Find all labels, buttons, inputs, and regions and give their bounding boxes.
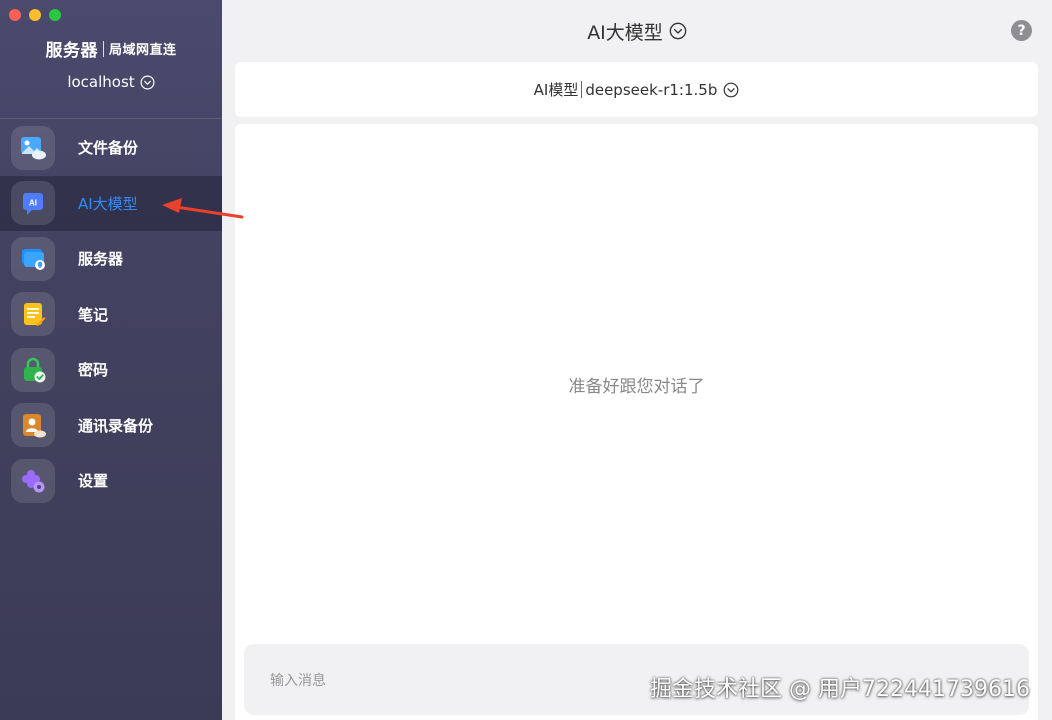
sidebar-item-server[interactable]: 服务器 [0, 231, 222, 287]
server-icon [11, 236, 55, 281]
sidebar-item-label: 设置 [78, 472, 109, 491]
sidebar-nav: 文件备份 AI AI大模型 服务器 笔记 密码 通讯录备份 设置 [0, 120, 222, 509]
svg-text:AI: AI [29, 199, 37, 208]
page-title-dropdown[interactable]: AI大模型 [587, 18, 687, 45]
host-label: localhost [67, 73, 135, 91]
sidebar-item-label: 文件备份 [78, 139, 139, 158]
zoom-window-button[interactable] [49, 9, 61, 21]
server-title-row: 服务器 局域网直连 [0, 36, 222, 61]
minimize-window-button[interactable] [29, 9, 41, 21]
connection-mode: 局域网直连 [108, 43, 177, 58]
model-separator [581, 81, 583, 98]
chevron-down-icon [723, 82, 739, 98]
sidebar-divider [0, 118, 222, 119]
ai-chat-icon: AI [11, 181, 55, 226]
sidebar-item-label: 笔记 [78, 305, 109, 324]
chat-area: 准备好跟您对话了 [235, 124, 1038, 720]
server-header: 服务器 局域网直连 localhost [0, 36, 222, 91]
window-controls [9, 9, 61, 21]
sidebar-item-label: 服务器 [78, 250, 124, 269]
sidebar: 服务器 局域网直连 localhost 文件备份 AI AI大模型 服务器 笔记… [0, 0, 222, 720]
watermark-text: 掘金技术社区 @ 用户722441739616 [650, 677, 1030, 702]
annotation-arrow [162, 198, 244, 219]
message-input[interactable] [270, 666, 590, 696]
chevron-down-icon [140, 75, 155, 89]
chat-empty-state: 准备好跟您对话了 [568, 377, 705, 397]
chevron-down-icon [669, 22, 687, 40]
sidebar-item-label: 通讯录备份 [78, 416, 154, 435]
sidebar-item-label: AI大模型 [78, 194, 138, 213]
title-separator [102, 40, 104, 57]
contacts-backup-icon [11, 403, 55, 448]
model-prefix: AI模型 [533, 81, 579, 99]
model-selector[interactable]: AI模型 deepseek-r1:1.5b [235, 62, 1038, 117]
password-lock-icon [11, 347, 55, 392]
sidebar-item-settings[interactable]: 设置 [0, 453, 222, 509]
notes-icon [11, 292, 55, 337]
app-window: 服务器 局域网直连 localhost 文件备份 AI AI大模型 服务器 笔记… [0, 0, 1052, 720]
page-title: AI大模型 [587, 21, 663, 44]
photo-backup-icon [11, 125, 55, 170]
close-window-button[interactable] [9, 9, 21, 21]
sidebar-item-file-backup[interactable]: 文件备份 [0, 120, 222, 176]
model-name: deepseek-r1:1.5b [585, 80, 718, 99]
help-button[interactable]: ? [1011, 20, 1032, 41]
sidebar-item-notes[interactable]: 笔记 [0, 287, 222, 343]
sidebar-item-label: 密码 [78, 361, 109, 380]
settings-gear-icon [11, 458, 55, 503]
sidebar-item-contacts-backup[interactable]: 通讯录备份 [0, 398, 222, 454]
header: AI大模型 ? [222, 0, 1052, 62]
host-selector[interactable]: localhost [0, 73, 222, 91]
main-panel: AI大模型 ? AI模型 deepseek-r1:1.5b 准备好跟您对话了 [222, 0, 1052, 720]
server-title: 服务器 [45, 41, 98, 61]
sidebar-item-password[interactable]: 密码 [0, 342, 222, 398]
